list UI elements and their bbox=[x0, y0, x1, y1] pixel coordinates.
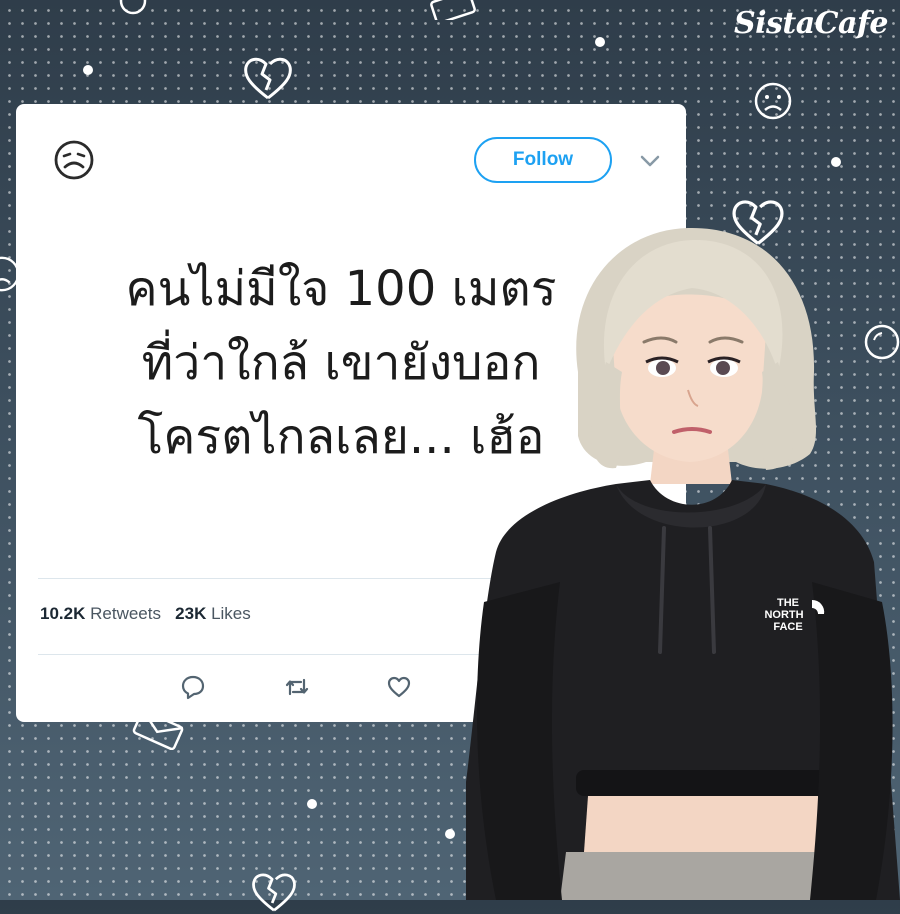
hoodie-logo-line: NORTH bbox=[764, 609, 803, 621]
sad-face-icon bbox=[754, 82, 792, 120]
hoodie-logo-line: FACE bbox=[773, 621, 802, 633]
girl-illustration: THE NORTH FACE bbox=[466, 227, 900, 900]
follow-button[interactable]: Follow bbox=[474, 137, 612, 183]
brand-logo: SistaCafe bbox=[733, 6, 889, 41]
hoodie-logo-line: THE bbox=[777, 597, 799, 609]
broken-heart-icon bbox=[244, 57, 292, 100]
retweet-icon[interactable] bbox=[284, 674, 310, 700]
envelope-icon bbox=[430, 0, 476, 20]
sad-face-icon bbox=[54, 140, 94, 180]
sparkle-dot-icon bbox=[445, 829, 455, 839]
retweets-label[interactable]: Retweets bbox=[90, 604, 161, 623]
reply-icon[interactable] bbox=[180, 674, 206, 700]
tweet-stats: 10.2K Retweets 23K Likes bbox=[40, 604, 251, 624]
likes-count[interactable]: 23K bbox=[175, 604, 206, 623]
broken-heart-icon bbox=[252, 873, 296, 912]
circle-icon bbox=[119, 0, 147, 15]
chevron-down-icon[interactable] bbox=[639, 154, 661, 168]
heart-icon[interactable] bbox=[386, 674, 412, 700]
likes-label[interactable]: Likes bbox=[211, 604, 251, 623]
sparkle-dot-icon bbox=[831, 157, 841, 167]
sparkle-dot-icon bbox=[307, 799, 317, 809]
sparkle-dot-icon bbox=[595, 37, 605, 47]
retweets-count[interactable]: 10.2K bbox=[40, 604, 85, 623]
sparkle-dot-icon bbox=[83, 65, 93, 75]
